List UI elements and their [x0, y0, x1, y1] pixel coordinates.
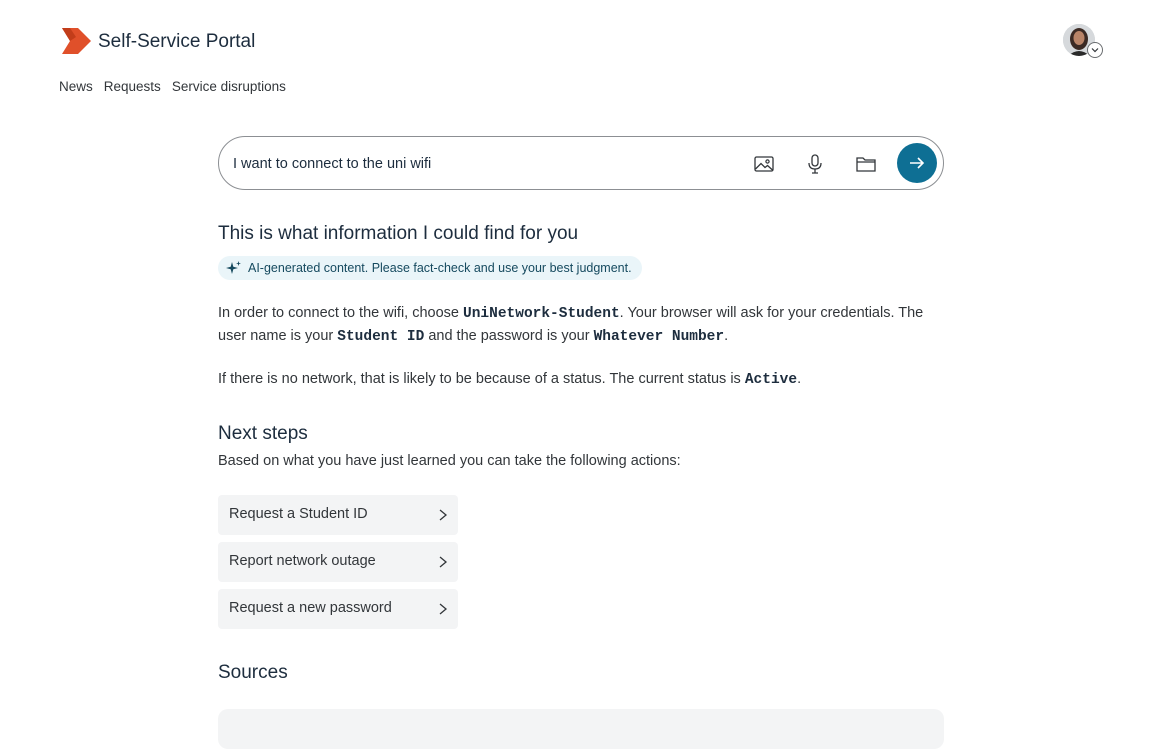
prompt-input[interactable]	[233, 154, 733, 174]
user-menu[interactable]	[1063, 24, 1105, 60]
sparkle-icon	[226, 261, 241, 274]
answer-text: and the password is your	[424, 328, 594, 344]
app-header: Self-Service Portal News Requests Servic…	[0, 0, 1162, 110]
ai-notice-badge: AI-generated content. Please fact-check …	[218, 256, 642, 280]
chevron-right-icon	[439, 556, 448, 568]
answer-text: If there is no network, that is likely t…	[218, 371, 745, 387]
send-button[interactable]	[897, 143, 937, 183]
answer-text: .	[797, 371, 802, 387]
ai-notice-text: AI-generated content. Please fact-check …	[248, 261, 632, 275]
action-label: Request a Student ID	[229, 506, 368, 522]
action-request-student-id[interactable]: Request a Student ID	[218, 495, 458, 535]
network-name: UniNetwork-Student	[463, 306, 620, 322]
result-title: This is what information I could find fo…	[218, 223, 579, 244]
arrow-right-icon	[910, 157, 925, 169]
chevron-down-icon[interactable]	[1087, 42, 1103, 58]
source-card[interactable]	[218, 709, 944, 749]
top-navigation: News Requests Service disruptions	[59, 79, 286, 94]
action-label: Request a new password	[229, 600, 392, 616]
folder-icon[interactable]	[855, 153, 877, 175]
sources-title: Sources	[218, 662, 288, 683]
app-title[interactable]: Self-Service Portal	[98, 31, 255, 53]
portal-logo-icon[interactable]	[60, 28, 92, 54]
action-request-new-password[interactable]: Request a new password	[218, 589, 458, 629]
chevron-right-icon	[439, 509, 448, 521]
action-report-network-outage[interactable]: Report network outage	[218, 542, 458, 582]
status-value: Active	[744, 372, 798, 388]
nav-item-service-disruptions[interactable]: Service disruptions	[172, 79, 286, 94]
prompt-box	[218, 136, 944, 190]
microphone-icon[interactable]	[804, 153, 826, 175]
action-label: Report network outage	[229, 553, 376, 569]
next-steps-title: Next steps	[218, 423, 308, 444]
nav-item-requests[interactable]: Requests	[104, 79, 161, 94]
next-steps-subtitle: Based on what you have just learned you …	[218, 453, 681, 469]
chevron-right-icon	[439, 603, 448, 615]
answer-paragraph-status: If there is no network, that is likely t…	[218, 368, 948, 391]
username-value: Student ID	[337, 329, 425, 345]
answer-paragraph-credentials: In order to connect to the wifi, choose …	[218, 302, 948, 348]
answer-text: .	[724, 328, 729, 344]
image-icon[interactable]	[753, 153, 775, 175]
answer-text: In order to connect to the wifi, choose	[218, 305, 464, 321]
nav-item-news[interactable]: News	[59, 79, 93, 94]
password-value: Whatever Number	[593, 329, 725, 345]
